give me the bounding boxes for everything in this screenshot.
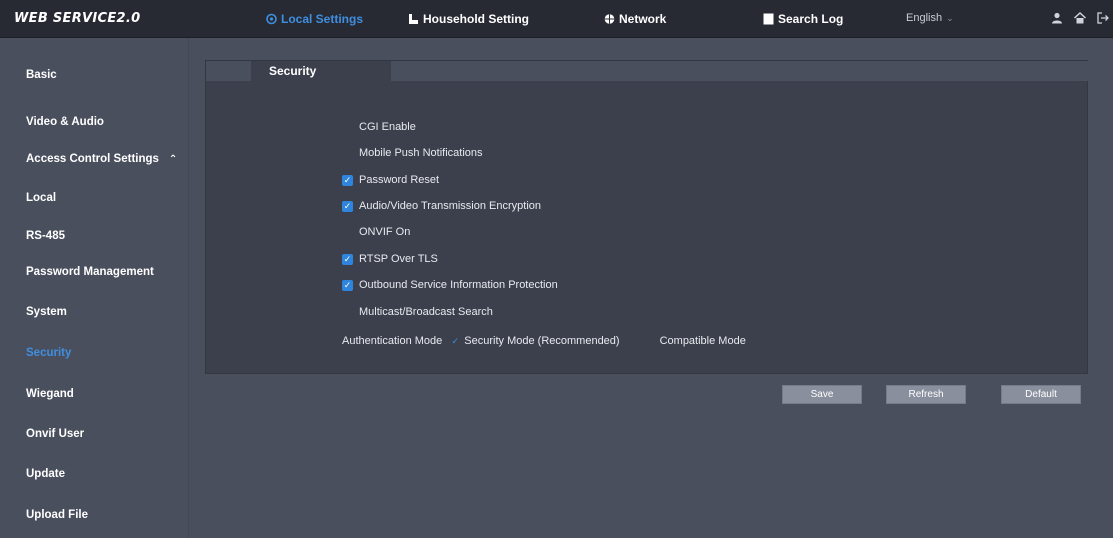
user-icon[interactable] (1050, 11, 1064, 25)
nav-household-setting[interactable]: Household Setting (408, 10, 529, 28)
option-av-transmission-encryption[interactable]: ✓ Audio/Video Transmission Encryption (342, 198, 541, 214)
default-button[interactable]: Default (1001, 385, 1081, 404)
checkbox[interactable] (342, 227, 353, 238)
option-rtsp-over-tls[interactable]: ✓ RTSP Over TLS (342, 251, 438, 267)
sidebar-item-update[interactable]: Update (0, 455, 188, 493)
checkbox-checked[interactable]: ✓ (342, 174, 353, 186)
sidebar-item-label: Access Control Settings (26, 153, 159, 165)
sidebar-item-video-audio[interactable]: Video & Audio (0, 103, 188, 141)
checkbox-checked[interactable]: ✓ (342, 279, 353, 291)
checkbox-checked[interactable]: ✓ (342, 200, 353, 212)
sidebar-item-wiegand[interactable]: Wiegand (0, 375, 188, 413)
sidebar-item-label: Update (26, 468, 65, 480)
tab-security[interactable]: Security (251, 61, 391, 81)
option-label: ONVIF On (359, 226, 411, 238)
sidebar-item-system[interactable]: System (0, 293, 188, 331)
radio-compatible-mode[interactable]: Compatible Mode (646, 335, 746, 347)
checkbox[interactable] (342, 307, 353, 318)
sidebar-item-onvif-user[interactable]: Onvif User (0, 415, 188, 453)
sidebar-item-basic[interactable]: Basic (0, 56, 188, 94)
nav-local-settings-label: Local Settings (281, 12, 364, 26)
document-icon (763, 13, 774, 25)
checkbox[interactable] (342, 148, 353, 159)
sidebar-item-rs-485[interactable]: RS-485 (0, 217, 188, 255)
language-label: English (906, 12, 943, 24)
security-panel: Security CGI Enable Mobile Push Notifica… (205, 60, 1089, 374)
sidebar-item-label: Password Management (26, 266, 154, 278)
nav-local-settings[interactable]: Local Settings (266, 10, 363, 28)
option-outbound-service-info-protection[interactable]: ✓ Outbound Service Information Protectio… (342, 277, 558, 293)
sidebar-item-access-control-settings[interactable]: Access Control Settings ⌃ (0, 140, 188, 178)
sidebar-item-upload-file[interactable]: Upload File (0, 496, 188, 534)
nav-search-log-label: Search Log (778, 12, 844, 26)
sidebar-item-security[interactable]: Security (0, 334, 188, 372)
option-label: Password Reset (359, 174, 440, 186)
sidebar-item-label: RS-485 (26, 230, 65, 242)
sidebar-item-label: Upload File (26, 509, 88, 521)
sidebar-item-label: Basic (26, 69, 57, 81)
checkbox[interactable] (342, 122, 353, 133)
nav-network[interactable]: Network (604, 10, 666, 28)
tab-strip: Security (206, 61, 1089, 81)
option-label: RTSP Over TLS (359, 253, 438, 265)
sidebar-item-label: Video & Audio (26, 116, 104, 128)
sidebar-item-label: System (26, 306, 67, 318)
option-label: Outbound Service Information Protection (359, 279, 558, 291)
nav-search-log[interactable]: Search Log (763, 10, 843, 28)
option-label: CGI Enable (359, 121, 416, 133)
radio-security-mode[interactable]: ✓ Security Mode (Recommended) (450, 335, 620, 347)
nav-household-setting-label: Household Setting (423, 12, 529, 26)
tab-security-label: Security (269, 64, 317, 78)
option-onvif-on[interactable]: ONVIF On (342, 224, 410, 240)
option-mobile-push-notifications[interactable]: Mobile Push Notifications (342, 145, 483, 161)
sidebar-item-label: Security (26, 347, 72, 359)
chevron-up-icon: ⌃ (168, 153, 178, 165)
sidebar: Basic Video & Audio Access Control Setti… (0, 38, 188, 538)
home-icon[interactable] (1073, 11, 1087, 25)
option-label: Mobile Push Notifications (359, 147, 483, 159)
logout-icon[interactable] (1096, 11, 1110, 25)
save-button[interactable]: Save (782, 385, 862, 404)
top-navigation-bar: WEB SERVICE2.0 Local Settings Household … (0, 0, 1113, 38)
sidebar-item-label: Local (26, 192, 57, 204)
brand-logo: WEB SERVICE2.0 (14, 11, 141, 26)
chevron-down-icon: ⌄ (946, 12, 954, 23)
sidebar-item-label: Wiegand (26, 388, 74, 400)
authentication-mode-row: Authentication Mode ✓ Security Mode (Rec… (342, 333, 746, 349)
sidebar-item-local[interactable]: Local (0, 179, 188, 217)
option-multicast-broadcast-search[interactable]: Multicast/Broadcast Search (342, 304, 493, 320)
sidebar-item-password-management[interactable]: Password Management (0, 253, 188, 291)
sidebar-item-label: Onvif User (26, 428, 85, 440)
nav-network-label: Network (619, 12, 667, 26)
radio-label: Compatible Mode (659, 335, 746, 347)
radio-label: Security Mode (Recommended) (464, 335, 620, 347)
radio-checked-icon[interactable]: ✓ (450, 336, 460, 346)
sidebar-divider (188, 38, 189, 538)
authentication-mode-label: Authentication Mode (342, 335, 443, 347)
globe-icon (604, 13, 615, 25)
option-label: Audio/Video Transmission Encryption (359, 200, 542, 212)
checkbox-checked[interactable]: ✓ (342, 253, 353, 265)
option-label: Multicast/Broadcast Search (359, 306, 493, 318)
top-icon-group (1050, 11, 1110, 25)
radio-unchecked-icon[interactable] (646, 336, 656, 346)
option-cgi-enable[interactable]: CGI Enable (342, 119, 416, 135)
refresh-button[interactable]: Refresh (886, 385, 966, 404)
language-selector[interactable]: English ⌄ (906, 12, 954, 24)
local-settings-icon (266, 13, 277, 25)
option-password-reset[interactable]: ✓ Password Reset (342, 172, 439, 188)
household-setting-icon (408, 13, 419, 25)
